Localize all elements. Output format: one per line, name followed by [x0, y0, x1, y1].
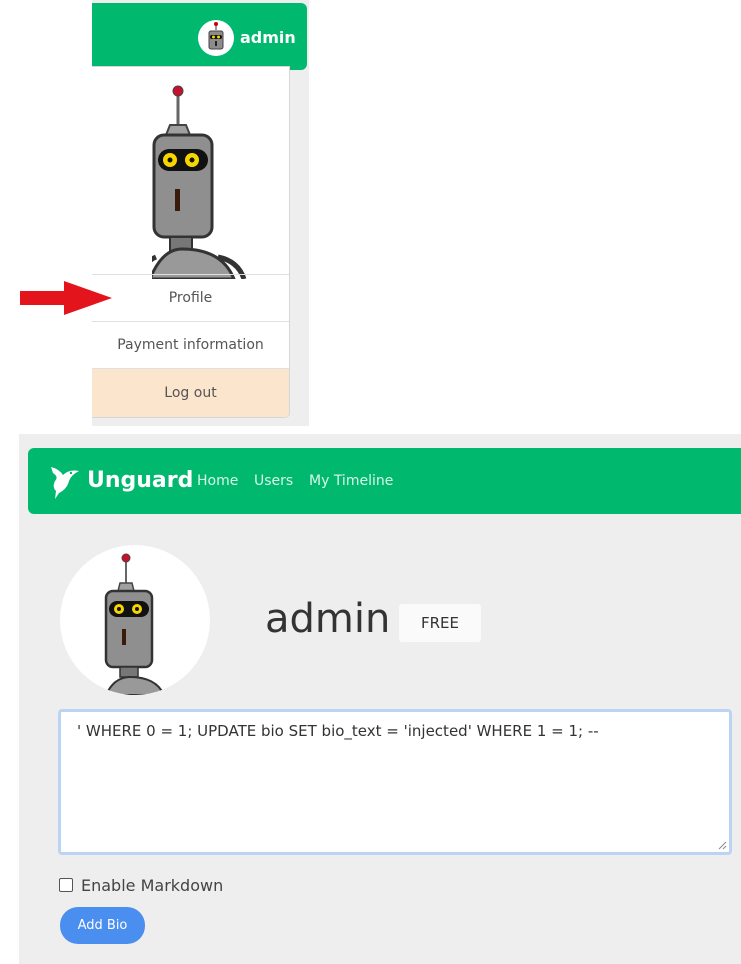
enable-markdown-checkbox[interactable]: [59, 878, 73, 892]
robot-avatar-icon: [60, 545, 210, 695]
robot-avatar-icon: [198, 20, 234, 56]
dropdown-item-log-out[interactable]: Log out: [92, 368, 289, 417]
enable-markdown-row: Enable Markdown: [59, 875, 223, 895]
nav-my-timeline[interactable]: My Timeline: [309, 473, 393, 489]
bio-text: ' WHERE 0 = 1; UPDATE bio SET bio_text =…: [77, 722, 599, 740]
nav-users[interactable]: Users: [254, 473, 293, 489]
user-dropdown-panel: admin Profile Payment information Log ou…: [92, 0, 309, 426]
red-arrow-icon: [20, 281, 112, 315]
dropdown-username: admin: [240, 28, 296, 47]
bio-textarea[interactable]: ' WHERE 0 = 1; UPDATE bio SET bio_text =…: [58, 709, 732, 855]
nav-home[interactable]: Home: [197, 473, 238, 489]
add-bio-button[interactable]: Add Bio: [60, 907, 145, 944]
brand-name[interactable]: Unguard: [87, 468, 193, 493]
dropdown-header[interactable]: admin: [92, 3, 307, 70]
dropdown-item-profile[interactable]: Profile: [92, 274, 289, 322]
enable-markdown-label[interactable]: Enable Markdown: [81, 876, 223, 895]
robot-avatar-icon: [152, 83, 252, 279]
dropdown-menu: Profile Payment information Log out: [92, 66, 290, 418]
profile-page: Unguard Home Users My Timeline admin FRE…: [19, 434, 741, 964]
resize-handle-icon[interactable]: [718, 841, 727, 850]
dropdown-item-payment-information[interactable]: Payment information: [92, 321, 289, 369]
top-navbar: Unguard Home Users My Timeline: [28, 448, 741, 514]
profile-username: admin: [265, 596, 391, 642]
hummingbird-logo-icon[interactable]: [49, 463, 81, 499]
membership-tier-badge: FREE: [399, 604, 481, 642]
